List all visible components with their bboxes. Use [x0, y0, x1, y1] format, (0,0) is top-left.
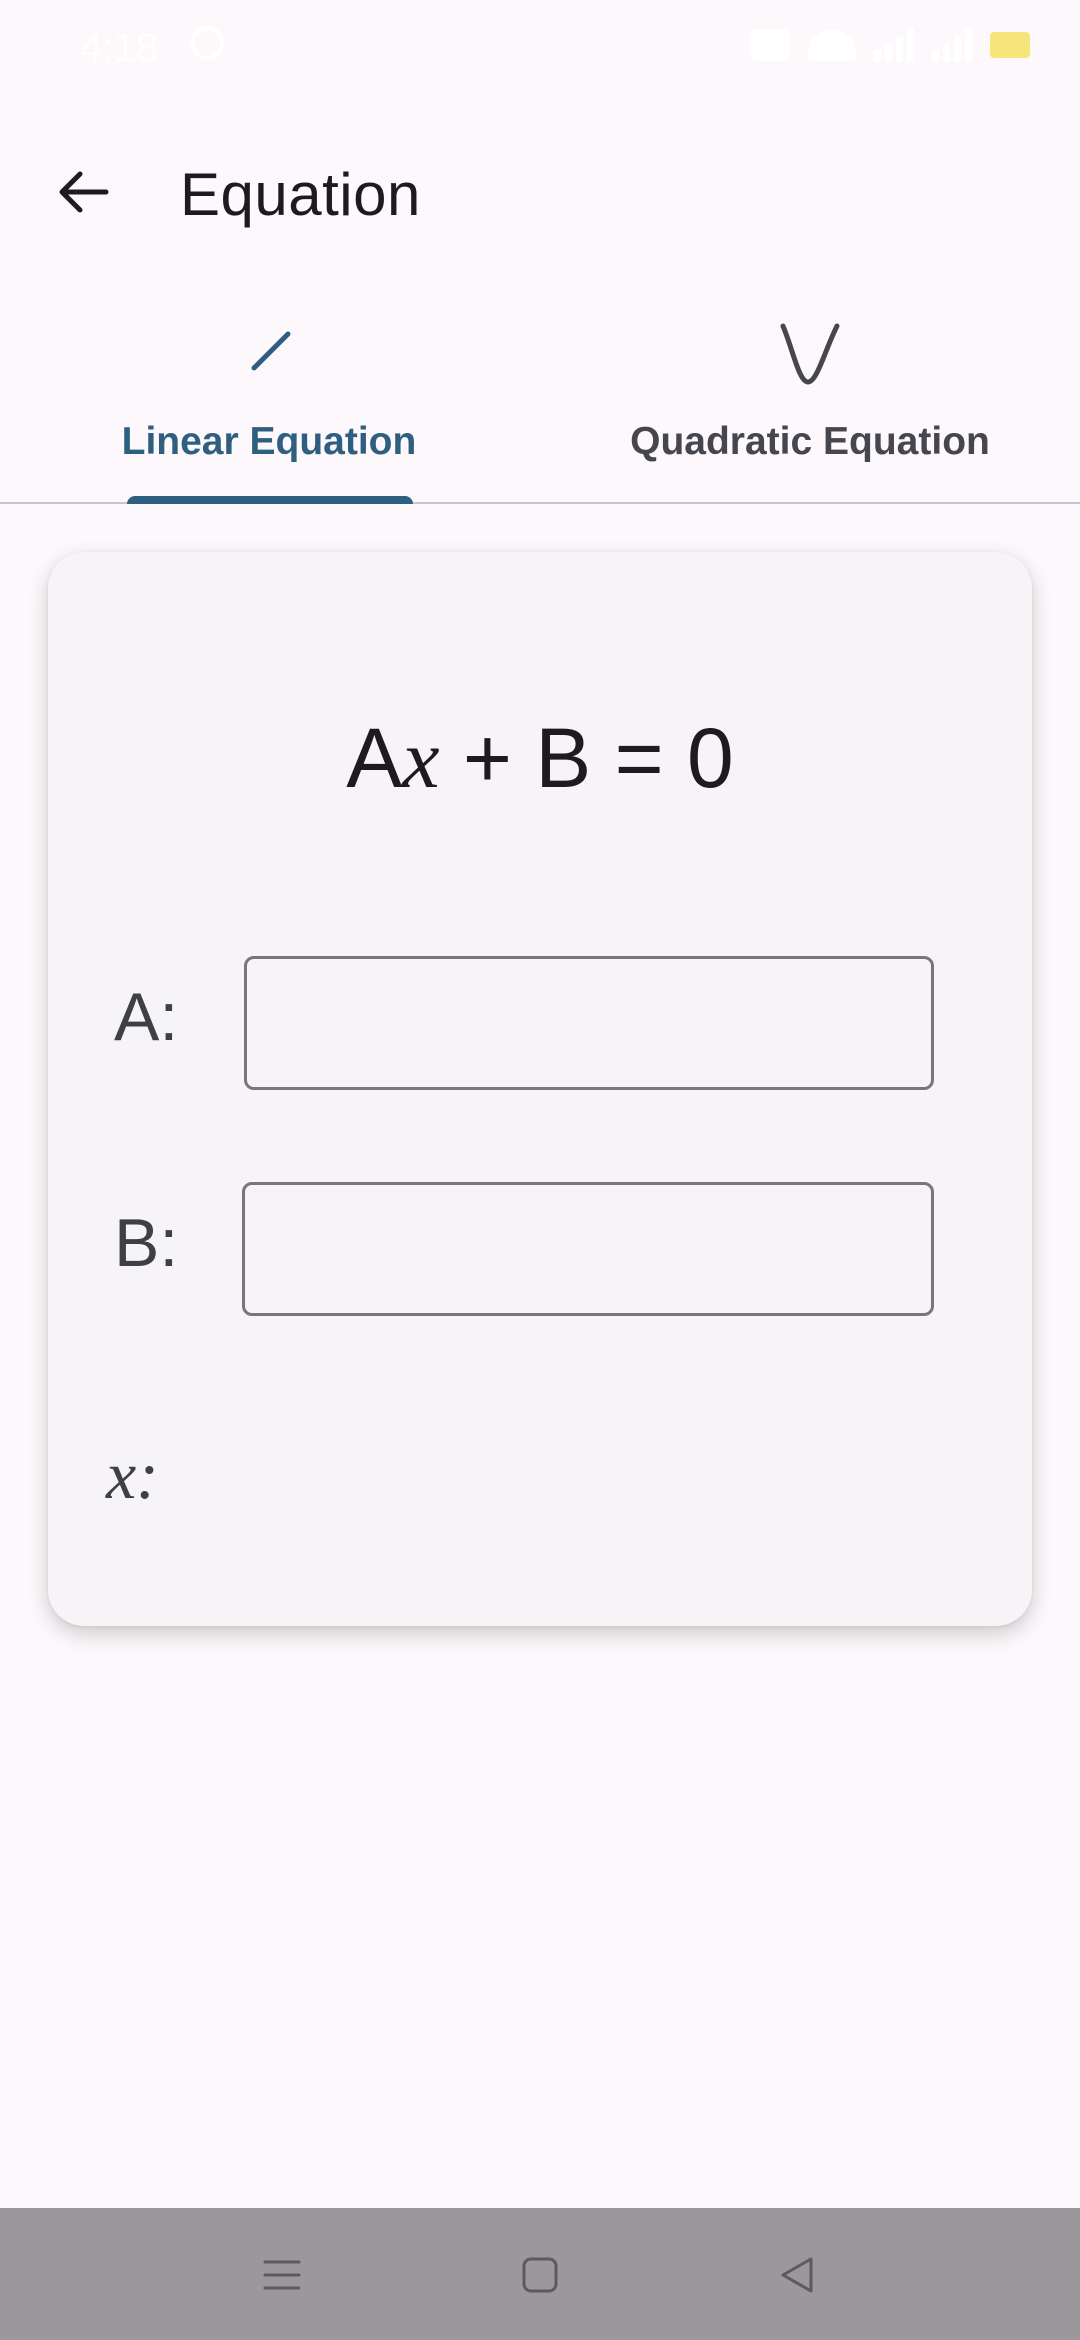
- signal-icon: [874, 28, 914, 62]
- system-navigation-bar: [0, 2208, 1080, 2340]
- alarm-icon: [190, 26, 224, 60]
- nav-back-button[interactable]: [748, 2230, 848, 2320]
- status-bar: 4:18: [0, 0, 1080, 100]
- home-square-icon: [522, 2257, 558, 2293]
- result-x-label: x:: [106, 1437, 159, 1513]
- tab-quadratic-equation[interactable]: Quadratic Equation: [540, 300, 1080, 502]
- formula-variable: x: [402, 713, 440, 806]
- coefficient-b-label: B:: [114, 1205, 179, 1281]
- formula-coef-a: A: [346, 711, 403, 805]
- nav-home-button[interactable]: [490, 2230, 590, 2320]
- formula-rest: + B = 0: [439, 711, 734, 805]
- coefficient-a-input[interactable]: [244, 956, 934, 1090]
- parabola-icon: [780, 323, 840, 385]
- back-triangle-icon: [781, 2257, 813, 2293]
- equation-formula: Ax + B = 0: [48, 710, 1032, 808]
- app-bar: Equation: [0, 130, 1080, 260]
- arrow-left-icon: [59, 171, 109, 213]
- wifi-icon: [808, 29, 856, 61]
- tab-label-quadratic: Quadratic Equation: [630, 420, 990, 463]
- status-icons: [750, 28, 1030, 62]
- equation-tabs: Linear Equation Quadratic Equation: [0, 300, 1080, 504]
- coefficient-a-label: A:: [114, 979, 179, 1055]
- menu-icon: [263, 2260, 301, 2290]
- linear-equation-card: Ax + B = 0 A: B: x:: [48, 552, 1032, 1626]
- coefficient-b-input[interactable]: [242, 1182, 934, 1316]
- nav-menu-button[interactable]: [232, 2230, 332, 2320]
- tab-linear-equation[interactable]: Linear Equation: [0, 300, 540, 504]
- status-time: 4:18: [80, 26, 158, 70]
- tab-label-linear: Linear Equation: [121, 420, 417, 463]
- linear-line-icon: [251, 331, 291, 371]
- signal-secondary-icon: [932, 28, 972, 62]
- vibrate-icon: [750, 29, 790, 61]
- back-button[interactable]: [44, 152, 124, 232]
- battery-icon: [990, 32, 1030, 58]
- page-title: Equation: [180, 161, 421, 228]
- tab-selected-indicator: [127, 496, 413, 504]
